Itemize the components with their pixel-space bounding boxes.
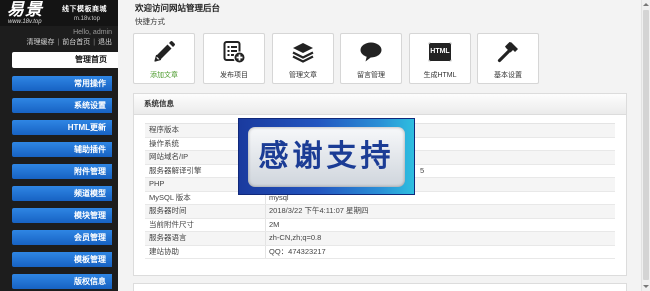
shortcut-add-article[interactable]: 添加文章 bbox=[133, 33, 195, 84]
html-icon: HTML bbox=[410, 39, 470, 65]
thanks-banner-overlay: 感谢支持 bbox=[238, 118, 415, 195]
shortcut-publish-project[interactable]: 发布项目 bbox=[203, 33, 265, 84]
panel-title: 系统信息 bbox=[144, 99, 174, 108]
sidebar-item-system-settings[interactable]: 系统设置 bbox=[12, 98, 112, 113]
shortcut-label: 生成HTML bbox=[423, 72, 457, 79]
scroll-down-arrow-icon[interactable] bbox=[642, 282, 650, 291]
logo-mobile-url: m.18v.top bbox=[74, 16, 100, 22]
banner-text: 感谢支持 bbox=[258, 140, 395, 173]
row-label: 服务器时间 bbox=[145, 205, 266, 218]
page-title: 欢迎访问网站管理后台 bbox=[135, 3, 221, 13]
row-label: 建站协助 bbox=[145, 245, 266, 258]
sidebar-item-plugins[interactable]: 辅助插件 bbox=[12, 142, 112, 157]
shortcuts-heading: 快捷方式 bbox=[135, 17, 165, 26]
scroll-up-arrow-icon[interactable] bbox=[642, 0, 650, 9]
shortcut-label: 管理文章 bbox=[289, 72, 317, 79]
logout-link[interactable]: 退出 bbox=[98, 39, 112, 46]
sidebar-item-members[interactable]: 会员管理 bbox=[12, 230, 112, 245]
sidebar-item-copyright[interactable]: 版权信息 bbox=[12, 274, 112, 289]
link-separator: | bbox=[57, 39, 60, 46]
row-value: zh-CN,zh;q=0.8 bbox=[269, 233, 322, 242]
sidebar-item-attachments[interactable]: 附件管理 bbox=[12, 164, 112, 179]
shortcut-label: 基本设置 bbox=[494, 72, 522, 79]
link-separator: | bbox=[93, 39, 96, 46]
panel-header: 系统信息 bbox=[134, 94, 626, 115]
shortcut-label: 添加文章 bbox=[150, 72, 178, 79]
pencil-icon bbox=[134, 39, 194, 65]
logo-brand: 易景 bbox=[7, 0, 43, 19]
hammer-icon bbox=[478, 39, 538, 65]
html-icon-text: HTML bbox=[428, 42, 452, 62]
table-row: 建站协助 QQ：474323217 bbox=[145, 245, 615, 259]
stack-icon bbox=[273, 39, 333, 65]
clear-cache-link[interactable]: 清理缓存 bbox=[27, 39, 55, 46]
sidebar-item-channel-models[interactable]: 频道模型 bbox=[12, 186, 112, 201]
shortcut-manage-messages[interactable]: 留言管理 bbox=[340, 33, 402, 84]
row-label: 服务器语言 bbox=[145, 232, 266, 245]
vertical-scrollbar[interactable] bbox=[641, 0, 650, 291]
row-value: 2M bbox=[269, 219, 280, 229]
scroll-thumb[interactable] bbox=[643, 10, 649, 280]
sidebar-item-modules[interactable]: 模块管理 bbox=[12, 208, 112, 223]
list-add-icon bbox=[204, 39, 264, 65]
shortcut-label: 发布项目 bbox=[220, 72, 248, 79]
logo-slogan: 线下模板商城 bbox=[62, 6, 107, 13]
shortcut-basic-settings[interactable]: 基本设置 bbox=[477, 33, 539, 84]
row-value: QQ：474323217 bbox=[269, 246, 326, 256]
table-row: 服务器语言 zh-CN,zh;q=0.8 bbox=[145, 232, 615, 246]
sidebar: 易景 www.18v.top 线下模板商城 m.18v.top Hello, a… bbox=[0, 0, 118, 291]
sidebar-item-common-actions[interactable]: 常用操作 bbox=[12, 76, 112, 91]
sidebar-item-templates[interactable]: 模板管理 bbox=[12, 252, 112, 267]
speech-bubble-icon bbox=[341, 39, 401, 65]
row-value: 2018/3/22 下午4:11:07 星期四 bbox=[269, 206, 369, 215]
user-links: Hello, admin bbox=[12, 29, 112, 37]
logo-site-url: www.18v.top bbox=[8, 19, 42, 25]
row-label: 当前附件尺寸 bbox=[145, 218, 266, 231]
shortcut-manage-articles[interactable]: 管理文章 bbox=[272, 33, 334, 84]
sidebar-item-html-update[interactable]: HTML更新 bbox=[12, 120, 112, 135]
logo[interactable]: 易景 www.18v.top 线下模板商城 m.18v.top bbox=[0, 0, 118, 26]
sidebar-item-dashboard[interactable]: 管理首页 bbox=[12, 52, 118, 68]
table-row: 服务器时间 2018/3/22 下午4:11:07 星期四 bbox=[145, 205, 615, 219]
banner-inner: 感谢支持 bbox=[248, 127, 405, 187]
shortcut-generate-html[interactable]: HTML 生成HTML bbox=[409, 33, 471, 84]
frontend-home-link[interactable]: 前台首页 bbox=[62, 39, 90, 46]
greeting: Hello, admin bbox=[73, 29, 112, 36]
bottom-panel bbox=[133, 283, 627, 291]
shortcut-label: 留言管理 bbox=[357, 72, 385, 79]
table-row: 当前附件尺寸 2M bbox=[145, 218, 615, 232]
user-action-links: 清理缓存 | 前台首页 | 退出 bbox=[12, 39, 112, 47]
